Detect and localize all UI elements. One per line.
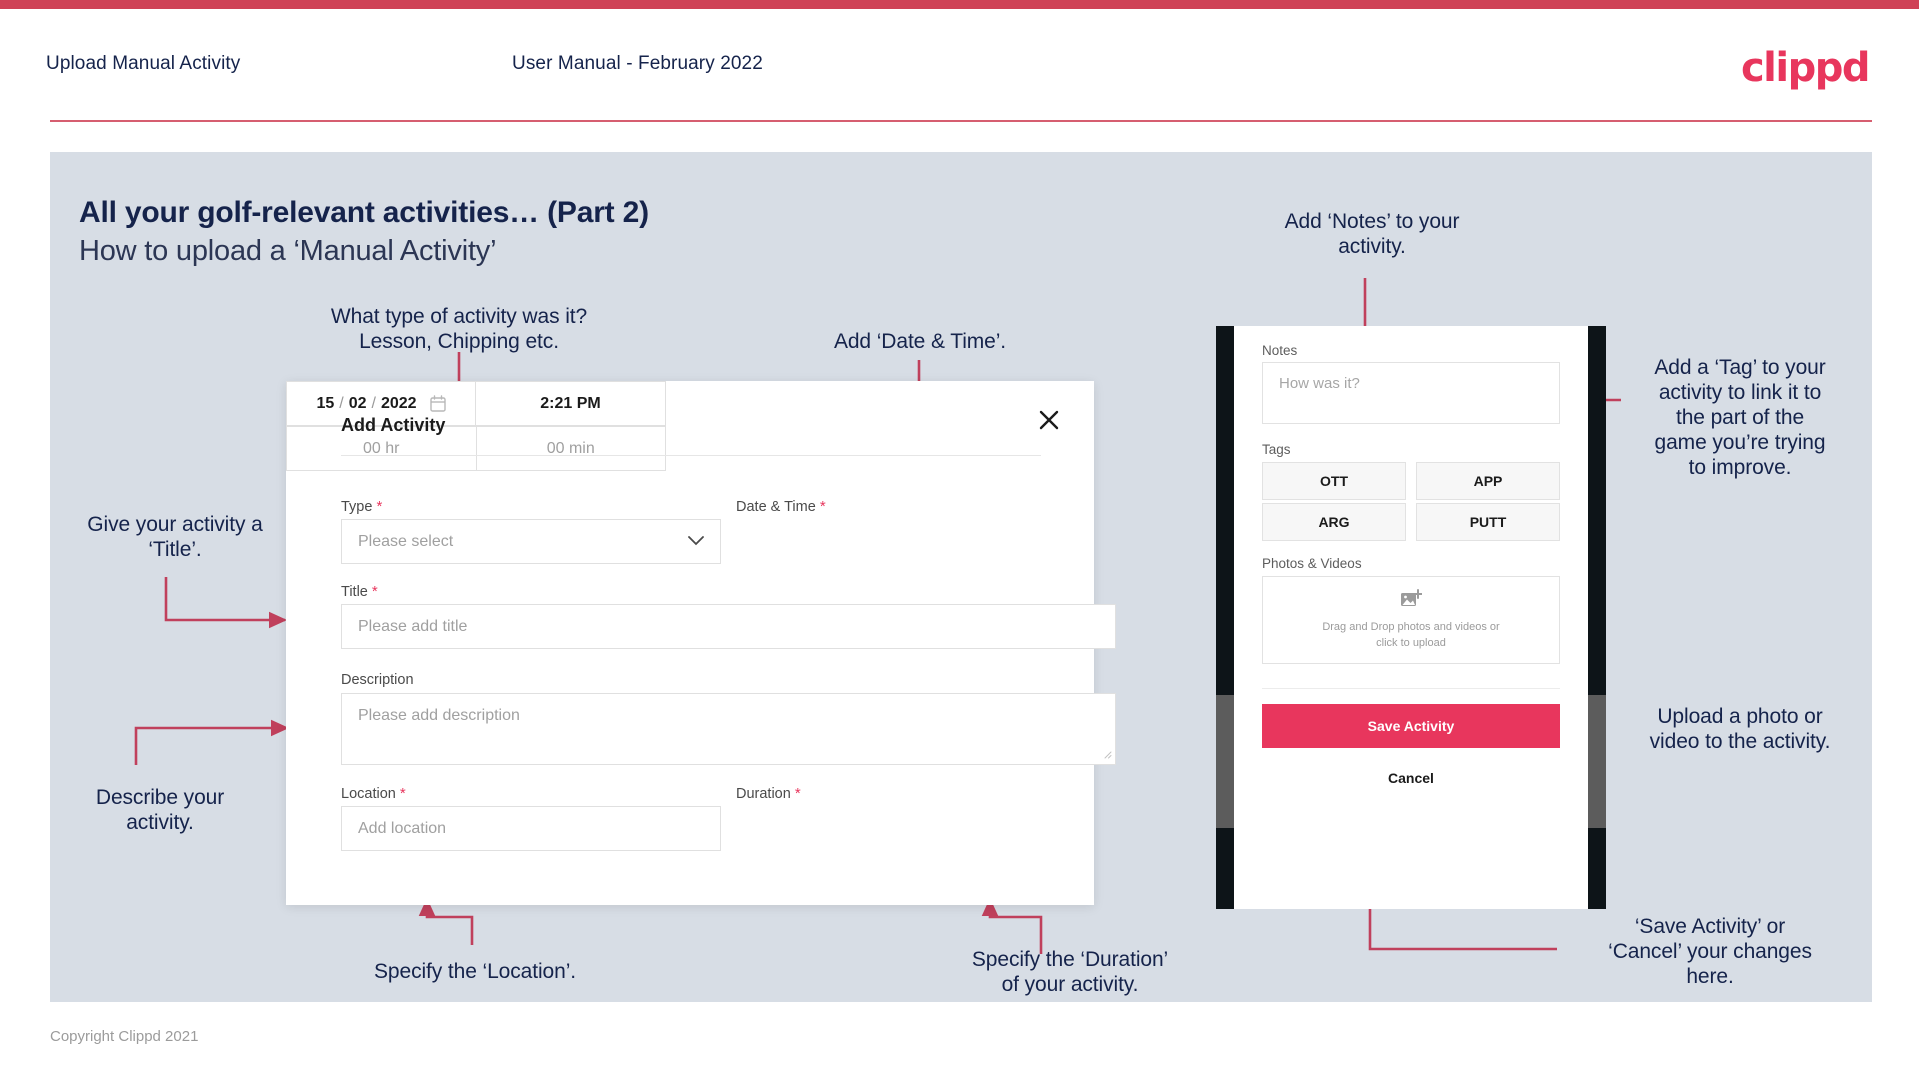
notes-label: Notes xyxy=(1262,343,1298,358)
description-placeholder: Please add description xyxy=(358,707,520,724)
phone-screen: Notes How was it? Tags OTT APP ARG PUTT … xyxy=(1234,326,1588,909)
location-label-text: Location xyxy=(341,786,396,802)
resize-handle-icon[interactable] xyxy=(1103,750,1112,762)
phone-mockup: Notes How was it? Tags OTT APP ARG PUTT … xyxy=(1216,326,1606,909)
duration-required-marker: * xyxy=(794,785,801,802)
annotation-title: Give your activity a ‘Title’. xyxy=(87,513,263,561)
date-day: 15 xyxy=(316,394,335,412)
add-image-icon xyxy=(1400,588,1423,614)
annotation-description: Describe your activity. xyxy=(95,786,225,834)
close-icon[interactable] xyxy=(1032,403,1066,437)
photo-video-dropzone[interactable]: Drag and Drop photos and videos or click… xyxy=(1262,576,1560,664)
type-select[interactable]: Please select xyxy=(341,519,721,564)
date-time-required-marker: * xyxy=(819,498,826,515)
title-label-text: Title xyxy=(341,584,368,600)
duration-label-text: Duration xyxy=(736,786,791,802)
description-label: Description xyxy=(341,672,414,688)
title-label: Title * xyxy=(341,583,378,600)
annotation-save-cancel: ‘Save Activity’ or ‘Cancel’ your changes h… xyxy=(1608,915,1812,988)
page-header: Upload Manual Activity User Manual - Feb… xyxy=(0,9,1919,126)
slide-title-line1: All your golf-relevant activities… (Part… xyxy=(79,196,649,229)
annotation-notes: Add ‘Notes’ to your activity. xyxy=(1284,210,1460,258)
dropzone-hint: Drag and Drop photos and videos or click… xyxy=(1322,620,1499,652)
location-required-marker: * xyxy=(399,785,406,802)
slide-title-line2: How to upload a ‘Manual Activity’ xyxy=(79,235,497,267)
date-sep-2: / xyxy=(371,394,376,412)
annotation-type: What type of activity was it? Lesson, Chi… xyxy=(330,305,588,353)
title-placeholder: Please add title xyxy=(358,617,468,635)
date-time-label: Date & Time * xyxy=(736,498,826,515)
location-input[interactable]: Add location xyxy=(341,806,721,851)
annotation-date-time: Add ‘Date & Time’. xyxy=(833,330,1007,353)
date-time-label-text: Date & Time xyxy=(736,499,816,515)
type-label-text: Type xyxy=(341,499,373,515)
location-placeholder: Add location xyxy=(358,819,447,837)
dropzone-hint-line2: click to upload xyxy=(1376,636,1446,649)
calendar-icon[interactable] xyxy=(429,395,446,412)
clippd-logo: clippd xyxy=(1740,45,1871,91)
phone-left-button xyxy=(1216,695,1234,828)
tag-putt[interactable]: PUTT xyxy=(1416,503,1560,541)
date-year: 2022 xyxy=(380,394,417,412)
top-accent-bar xyxy=(0,0,1919,9)
dropzone-hint-line1: Drag and Drop photos and videos or xyxy=(1322,620,1500,633)
cancel-button[interactable]: Cancel xyxy=(1234,770,1588,786)
tag-arg[interactable]: ARG xyxy=(1262,503,1406,541)
annotation-location: Specify the ‘Location’. xyxy=(374,960,576,983)
notes-placeholder: How was it? xyxy=(1279,375,1360,392)
phone-right-button xyxy=(1588,695,1606,828)
location-label: Location * xyxy=(341,785,406,802)
footer-copyright: Copyright Clippd 2021 xyxy=(50,1028,199,1045)
type-required-marker: * xyxy=(376,498,383,515)
phone-divider xyxy=(1262,688,1560,689)
header-left-title: Upload Manual Activity xyxy=(46,53,241,74)
tag-app[interactable]: APP xyxy=(1416,462,1560,500)
dialog-divider xyxy=(341,455,1041,456)
tags-label: Tags xyxy=(1262,442,1291,457)
date-month: 02 xyxy=(348,394,367,412)
add-activity-dialog: Add Activity Type * Please select Date &… xyxy=(286,381,1116,905)
type-label: Type * xyxy=(341,498,382,515)
dialog-title: Add Activity xyxy=(341,415,446,435)
description-textarea[interactable]: Please add description xyxy=(341,693,1116,765)
notes-input[interactable]: How was it? xyxy=(1262,362,1560,424)
title-input[interactable]: Please add title xyxy=(341,604,1116,649)
duration-minutes-input[interactable]: 00 min xyxy=(477,427,666,470)
time-input[interactable]: 2:21 PM xyxy=(476,382,665,425)
type-placeholder: Please select xyxy=(358,532,454,550)
header-divider xyxy=(50,120,1872,122)
chevron-down-icon xyxy=(688,533,704,551)
title-required-marker: * xyxy=(371,583,378,600)
annotation-tags: Add a ‘Tag’ to your activity to link it t… xyxy=(1654,356,1826,479)
photos-videos-label: Photos & Videos xyxy=(1262,556,1362,571)
tag-ott[interactable]: OTT xyxy=(1262,462,1406,500)
date-sep-1: / xyxy=(339,394,344,412)
duration-label: Duration * xyxy=(736,785,801,802)
header-center-title: User Manual - February 2022 xyxy=(512,53,763,74)
description-label-text: Description xyxy=(341,672,414,688)
save-activity-button[interactable]: Save Activity xyxy=(1262,704,1560,748)
annotation-upload: Upload a photo or video to the activity. xyxy=(1649,705,1831,753)
annotation-duration: Specify the ‘Duration’ of your activity. xyxy=(971,948,1169,996)
